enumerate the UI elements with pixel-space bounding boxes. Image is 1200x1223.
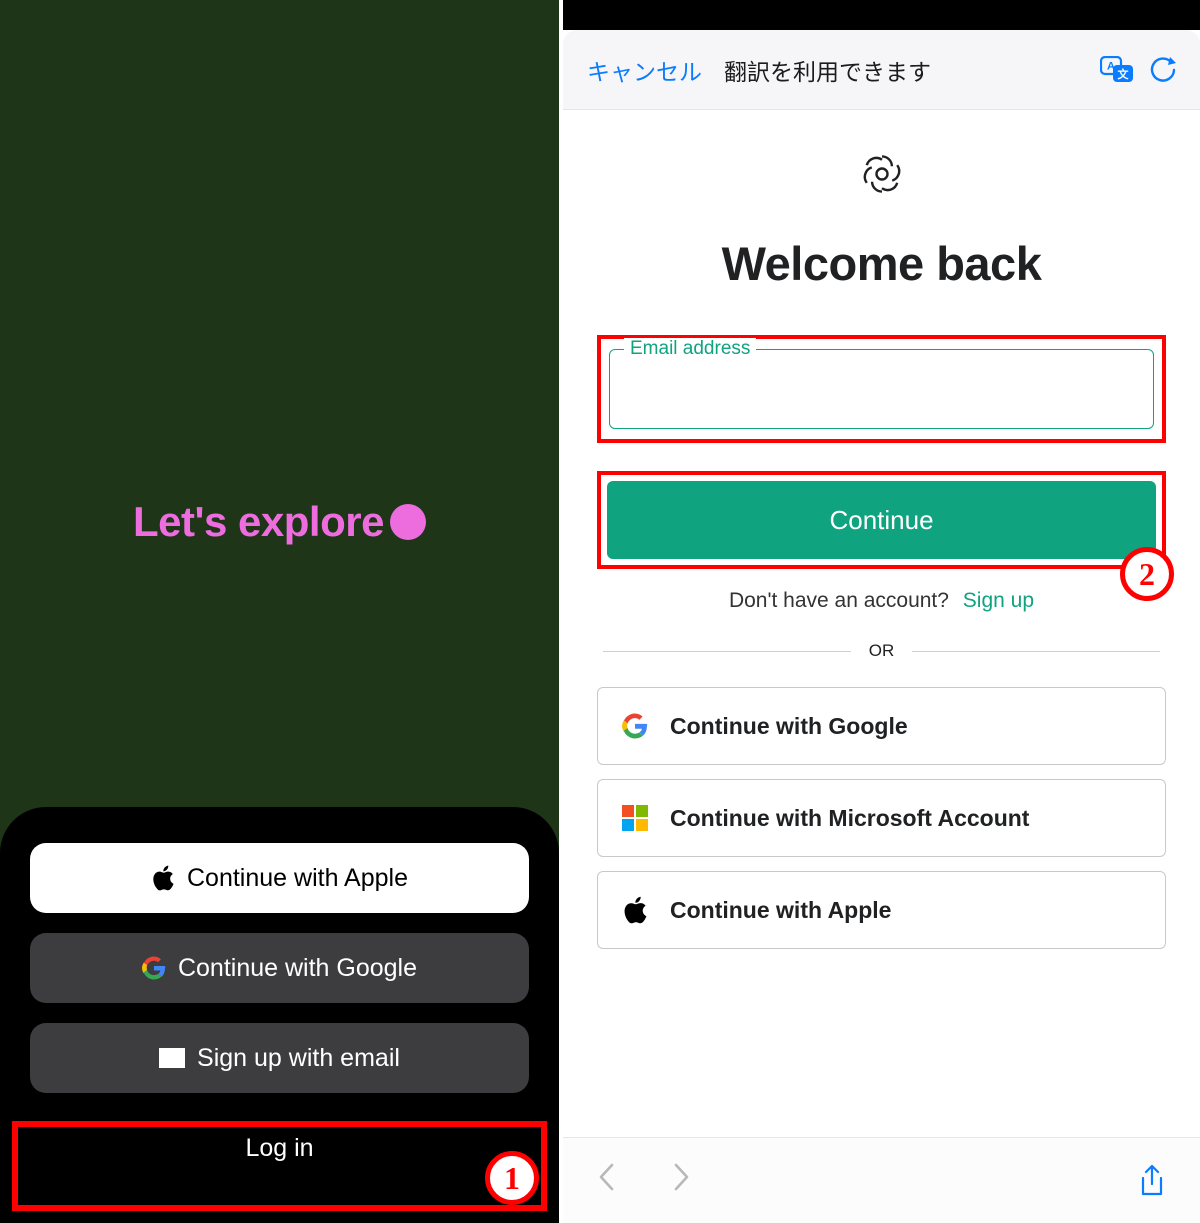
left-screenshot: Let's explore Continue with Apple Contin… [0, 0, 559, 1223]
log-in-label: Log in [245, 1134, 313, 1163]
or-divider: OR [597, 641, 1166, 661]
continue-with-apple-label: Continue with Apple [187, 864, 408, 893]
openai-logo-icon [860, 152, 904, 196]
hero-text: Let's explore [133, 498, 426, 546]
annotation-number-1: 1 [504, 1160, 520, 1197]
oauth-microsoft-label: Continue with Microsoft Account [670, 805, 1143, 831]
no-account-text: Don't have an account? [729, 589, 949, 612]
email-icon [159, 1048, 185, 1068]
auth-sheet: Continue with Apple Continue with Google… [0, 807, 559, 1223]
welcome-heading: Welcome back [591, 236, 1172, 291]
sign-up-with-email-button[interactable]: Sign up with email [30, 1023, 529, 1093]
sign-up-with-email-label: Sign up with email [197, 1044, 400, 1073]
log-in-button[interactable]: Log in [30, 1113, 529, 1183]
or-line-right [912, 651, 1160, 652]
translate-icon[interactable]: A文 [1100, 56, 1134, 84]
hero-dot-icon [390, 504, 426, 540]
safari-bottom-bar [563, 1137, 1200, 1223]
continue-with-apple-button[interactable]: Continue with Apple [597, 871, 1166, 949]
continue-with-apple-button[interactable]: Continue with Apple [30, 843, 529, 913]
toolbar-message: 翻訳を利用できます [718, 53, 1084, 87]
annotation-badge-2: 2 [1120, 547, 1174, 601]
continue-with-google-button[interactable]: Continue with Google [30, 933, 529, 1003]
continue-button[interactable]: Continue [607, 481, 1156, 559]
continue-with-google-button[interactable]: Continue with Google [597, 687, 1166, 765]
google-icon [620, 713, 650, 739]
oauth-google-label: Continue with Google [670, 713, 1143, 739]
continue-label: Continue [829, 505, 933, 535]
email-input[interactable] [610, 350, 1153, 428]
cancel-button[interactable]: キャンセル [587, 53, 702, 87]
refresh-icon[interactable] [1150, 57, 1176, 83]
signup-row: Don't have an account? Sign up [597, 589, 1166, 613]
login-form: Email address Continue 2 Don't have an a… [591, 335, 1172, 949]
status-bar-spacer [563, 0, 1200, 30]
share-icon[interactable] [1138, 1164, 1166, 1198]
apple-icon [620, 896, 650, 924]
oauth-apple-label: Continue with Apple [670, 897, 1143, 923]
back-icon[interactable] [597, 1162, 615, 1200]
continue-with-google-label: Continue with Google [178, 954, 417, 983]
annotation-box-email: Email address [597, 335, 1166, 443]
svg-text:文: 文 [1118, 67, 1130, 81]
login-page-body: Welcome back Email address Continue 2 [563, 110, 1200, 1137]
sign-up-link[interactable]: Sign up [963, 589, 1034, 612]
google-icon [142, 956, 166, 980]
annotation-badge-1: 1 [485, 1151, 539, 1205]
logo-row [591, 110, 1172, 236]
forward-icon[interactable] [673, 1162, 691, 1200]
continue-with-microsoft-button[interactable]: Continue with Microsoft Account [597, 779, 1166, 857]
hero-text-label: Let's explore [133, 498, 384, 546]
right-screenshot: キャンセル 翻訳を利用できます A文 Welcome back Email ad… [563, 0, 1200, 1223]
annotation-number-2: 2 [1139, 556, 1155, 593]
email-field-box: Email address [609, 349, 1154, 429]
or-text: OR [869, 641, 895, 661]
annotation-box-continue: Continue 2 [597, 471, 1166, 569]
apple-icon [151, 865, 175, 891]
microsoft-icon [620, 805, 650, 831]
or-line-left [603, 651, 851, 652]
safari-toolbar: キャンセル 翻訳を利用できます A文 [563, 30, 1200, 110]
